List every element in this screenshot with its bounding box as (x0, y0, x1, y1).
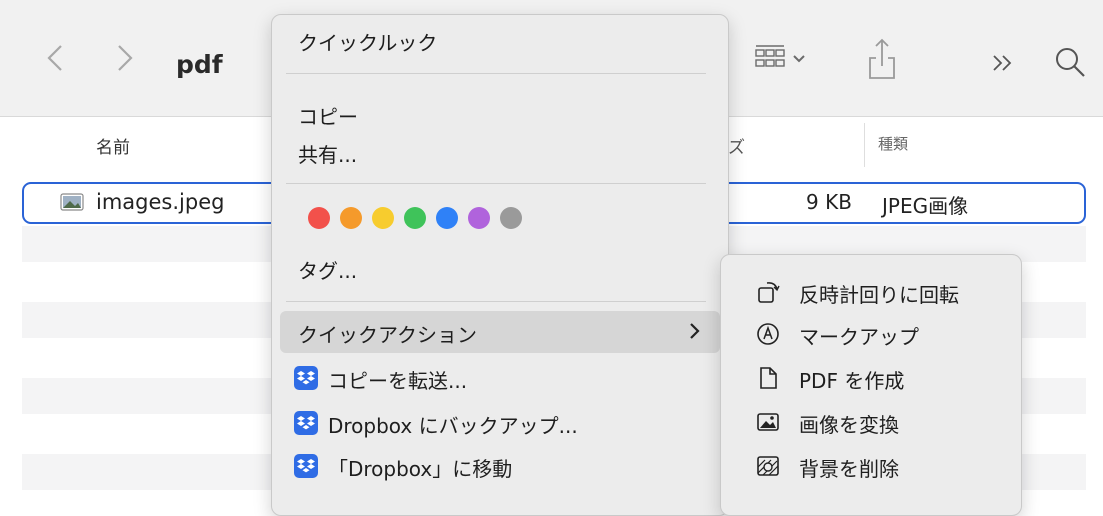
quick-actions-submenu: 反時計回りに回転 マークアップ PDF を作成 画像を変換 背景を削除 (720, 254, 1022, 516)
menu-item-dropbox-send-copy[interactable]: コピーを転送... (328, 365, 467, 394)
chevron-left-icon (47, 45, 62, 71)
menu-item-share[interactable]: 共有... (298, 139, 357, 168)
dropbox-icon (294, 366, 318, 390)
grid-view-icon (755, 45, 805, 67)
submenu-item-remove-background[interactable]: 背景を削除 (799, 453, 899, 482)
submenu-item-rotate-left[interactable]: 反時計回りに回転 (799, 279, 959, 308)
markup-icon (755, 321, 781, 347)
menu-separator (286, 183, 706, 184)
back-button[interactable] (36, 38, 76, 78)
file-name: images.jpeg (96, 190, 225, 214)
submenu-item-convert-image[interactable]: 画像を変換 (799, 409, 899, 438)
search-button[interactable] (1052, 44, 1088, 80)
more-toolbar-button[interactable] (988, 48, 1018, 78)
folder-title: pdf (176, 50, 223, 79)
column-kind[interactable]: 種類 (878, 133, 908, 154)
tag-blue[interactable] (436, 207, 458, 229)
menu-item-dropbox-move[interactable]: 「Dropbox」に移動 (328, 453, 512, 482)
tag-green[interactable] (404, 207, 426, 229)
submenu-item-markup[interactable]: マークアップ (799, 321, 919, 350)
tag-orange[interactable] (340, 207, 362, 229)
document-icon (755, 365, 781, 391)
remove-background-icon (755, 453, 781, 479)
menu-item-quick-actions[interactable]: クイックアクション (298, 319, 477, 348)
rotate-left-icon (755, 279, 781, 305)
share-button[interactable] (866, 36, 898, 80)
view-options-button[interactable] (754, 44, 826, 76)
dropbox-icon (294, 411, 318, 435)
forward-button[interactable] (104, 38, 144, 78)
dropbox-icon (294, 454, 318, 478)
menu-item-tags[interactable]: タグ... (298, 255, 357, 284)
image-convert-icon (755, 409, 781, 435)
share-icon (869, 38, 895, 79)
tag-purple[interactable] (468, 207, 490, 229)
menu-item-dropbox-backup[interactable]: Dropbox にバックアップ... (328, 410, 578, 439)
column-name[interactable]: 名前 (96, 133, 130, 158)
tag-red[interactable] (308, 207, 330, 229)
menu-separator (286, 301, 706, 302)
menu-item-quick-look[interactable]: クイックルック (298, 27, 437, 56)
tag-gray[interactable] (500, 207, 522, 229)
context-menu: クイックルック コピー 共有... タグ... クイックアクション コピーを転送… (271, 14, 729, 516)
menu-item-copy[interactable]: コピー (298, 101, 358, 130)
tag-yellow[interactable] (372, 207, 394, 229)
column-divider (864, 123, 865, 167)
chevron-down-icon (793, 55, 805, 63)
column-size[interactable]: ズ (728, 133, 745, 158)
search-icon (1056, 48, 1085, 77)
file-size: 9 KB (806, 190, 852, 214)
chevron-right-icon (688, 319, 702, 343)
chevron-right-icon (118, 45, 133, 71)
submenu-item-create-pdf[interactable]: PDF を作成 (799, 365, 904, 394)
menu-separator (286, 73, 706, 74)
file-kind: JPEG画像 (882, 194, 969, 218)
double-chevron-icon (993, 55, 1012, 71)
jpeg-file-icon (60, 192, 84, 212)
